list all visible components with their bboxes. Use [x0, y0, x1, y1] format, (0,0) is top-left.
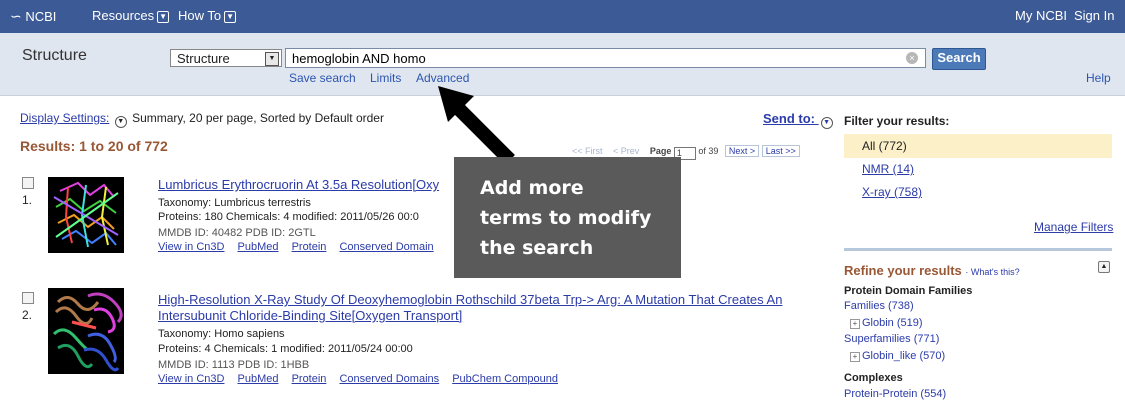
- result-taxonomy: Taxonomy: Lumbricus terrestris: [158, 197, 311, 209]
- dropdown-arrow-icon[interactable]: ▼: [265, 52, 279, 66]
- result-checkbox[interactable]: [22, 177, 34, 189]
- pager-of: of 39: [698, 146, 719, 156]
- result-links: View in Cn3D PubMed Protein Conserved Do…: [158, 241, 444, 253]
- pubchem-compound-link[interactable]: PubChem Compound: [452, 373, 558, 385]
- superfamilies-link[interactable]: Superfamilies (771): [844, 333, 939, 345]
- callout-line3: the search: [480, 237, 594, 259]
- pager-first[interactable]: << First: [572, 146, 603, 156]
- protein-link[interactable]: Protein: [292, 241, 327, 253]
- globin-like-item[interactable]: + Globin_like (570): [850, 350, 945, 362]
- whats-this-link[interactable]: · What's this?: [965, 267, 1019, 277]
- whats-this-text: What's this?: [970, 267, 1020, 277]
- pager-prev[interactable]: < Prev: [613, 146, 639, 156]
- pager-next[interactable]: Next >: [724, 145, 760, 157]
- filter-all-label: All (772): [862, 139, 907, 153]
- chevron-down-icon: ▼: [820, 117, 833, 129]
- result-number: 2.: [22, 308, 33, 322]
- structure-thumbnail[interactable]: [48, 177, 124, 253]
- ncbi-logo[interactable]: ∽ NCBI: [10, 8, 56, 25]
- result-title-line2: Intersubunit Chloride-Binding Site[Oxyge…: [158, 308, 463, 323]
- database-select[interactable]: Structure ▼: [170, 49, 282, 67]
- view-in-cn3d-link[interactable]: View in Cn3D: [158, 241, 224, 253]
- globin-like-label: Globin_like (570): [862, 350, 946, 362]
- result-stats: Proteins: 180 Chemicals: 4 modified: 201…: [158, 211, 419, 223]
- pubmed-link[interactable]: PubMed: [238, 373, 279, 385]
- chevron-down-icon[interactable]: ▼: [114, 116, 127, 128]
- pager-last[interactable]: Last >>: [761, 145, 800, 157]
- pager-page-label: Page: [649, 146, 672, 156]
- view-in-cn3d-link[interactable]: View in Cn3D: [158, 373, 224, 385]
- collapse-icon[interactable]: ▲: [1098, 261, 1110, 273]
- result-checkbox[interactable]: [22, 292, 34, 304]
- chevron-down-icon: ▼: [157, 11, 170, 23]
- filter-nmr[interactable]: NMR (14): [862, 162, 914, 176]
- structure-thumbnail-image: [48, 288, 124, 374]
- callout-line1: Add more: [480, 177, 584, 199]
- advanced-link[interactable]: Advanced: [416, 71, 469, 85]
- complexes-heading: Complexes: [844, 372, 903, 384]
- search-button[interactable]: Search: [932, 48, 986, 70]
- howto-label: How To: [178, 8, 222, 23]
- refine-title: Refine your results · What's this?: [844, 263, 1020, 278]
- result-number: 1.: [22, 193, 33, 207]
- protein-protein-link[interactable]: Protein-Protein (554): [844, 388, 946, 400]
- globin-item[interactable]: + Globin (519): [850, 317, 923, 329]
- resources-label: Resources: [92, 8, 155, 23]
- refine-panel: Refine your results · What's this? ▲ Pro…: [844, 248, 1112, 400]
- howto-menu[interactable]: How To ▼: [178, 8, 237, 23]
- callout-line2: terms to modify: [480, 207, 652, 229]
- clear-search-icon[interactable]: ×: [906, 52, 918, 64]
- filter-heading: Filter your results:: [844, 114, 950, 128]
- result-ids: MMDB ID: 40482 PDB ID: 2GTL: [158, 227, 316, 239]
- structure-thumbnail-image: [48, 177, 124, 253]
- filter-xray[interactable]: X-ray (758): [862, 185, 922, 199]
- result-ids: MMDB ID: 1113 PDB ID: 1HBB: [158, 359, 310, 371]
- search-input[interactable]: [285, 48, 926, 68]
- ncbi-logo-icon: ∽: [10, 8, 22, 24]
- filter-all[interactable]: All (772): [844, 134, 1112, 158]
- expand-plus-icon[interactable]: +: [850, 319, 860, 329]
- structure-thumbnail[interactable]: [48, 288, 124, 374]
- result-title-line1: High-Resolution X-Ray Study Of Deoxyhemo…: [158, 292, 783, 307]
- my-ncbi-link[interactable]: My NCBI: [1015, 8, 1067, 23]
- search-band: Structure Structure ▼ × Search Save sear…: [0, 33, 1125, 96]
- help-link[interactable]: Help: [1086, 71, 1111, 85]
- refine-title-text: Refine your results: [844, 263, 962, 278]
- database-title: Structure: [22, 47, 87, 64]
- display-settings: Display Settings: ▼ Summary, 20 per page…: [20, 111, 384, 128]
- result-links: View in Cn3D PubMed Protein Conserved Do…: [158, 373, 568, 385]
- sign-in-link[interactable]: Sign In: [1074, 8, 1114, 23]
- resources-menu[interactable]: Resources ▼: [92, 8, 170, 23]
- callout-box: Add more terms to modify the search: [454, 157, 681, 278]
- result-taxonomy: Taxonomy: Homo sapiens: [158, 328, 285, 340]
- send-to-menu[interactable]: Send to: ▼: [763, 111, 835, 129]
- families-link[interactable]: Families (738): [844, 300, 914, 312]
- protein-link[interactable]: Protein: [292, 373, 327, 385]
- ncbi-logo-text: NCBI: [25, 9, 57, 24]
- database-select-value: Structure: [177, 51, 230, 66]
- conserved-domains-link[interactable]: Conserved Domains: [339, 373, 439, 385]
- pubmed-link[interactable]: PubMed: [238, 241, 279, 253]
- chevron-down-icon: ▼: [224, 11, 237, 23]
- manage-filters-link[interactable]: Manage Filters: [1034, 220, 1113, 234]
- expand-plus-icon[interactable]: +: [850, 352, 860, 362]
- protein-domain-families-heading: Protein Domain Families: [844, 285, 973, 297]
- results-count: Results: 1 to 20 of 772: [20, 138, 168, 154]
- limits-link[interactable]: Limits: [370, 71, 401, 85]
- display-settings-link[interactable]: Display Settings:: [20, 111, 109, 125]
- result-title-link[interactable]: High-Resolution X-Ray Study Of Deoxyhemo…: [158, 292, 818, 324]
- globin-label: Globin (519): [862, 317, 923, 329]
- send-to-label: Send to:: [763, 111, 815, 126]
- result-stats: Proteins: 4 Chemicals: 1 modified: 2011/…: [158, 343, 413, 355]
- display-summary: Summary, 20 per page, Sorted by Default …: [132, 111, 384, 125]
- conserved-domains-link[interactable]: Conserved Domain: [339, 241, 433, 253]
- ncbi-topbar: ∽ NCBI Resources ▼ How To ▼ My NCBI Sign I…: [0, 0, 1125, 33]
- save-search-link[interactable]: Save search: [289, 71, 356, 85]
